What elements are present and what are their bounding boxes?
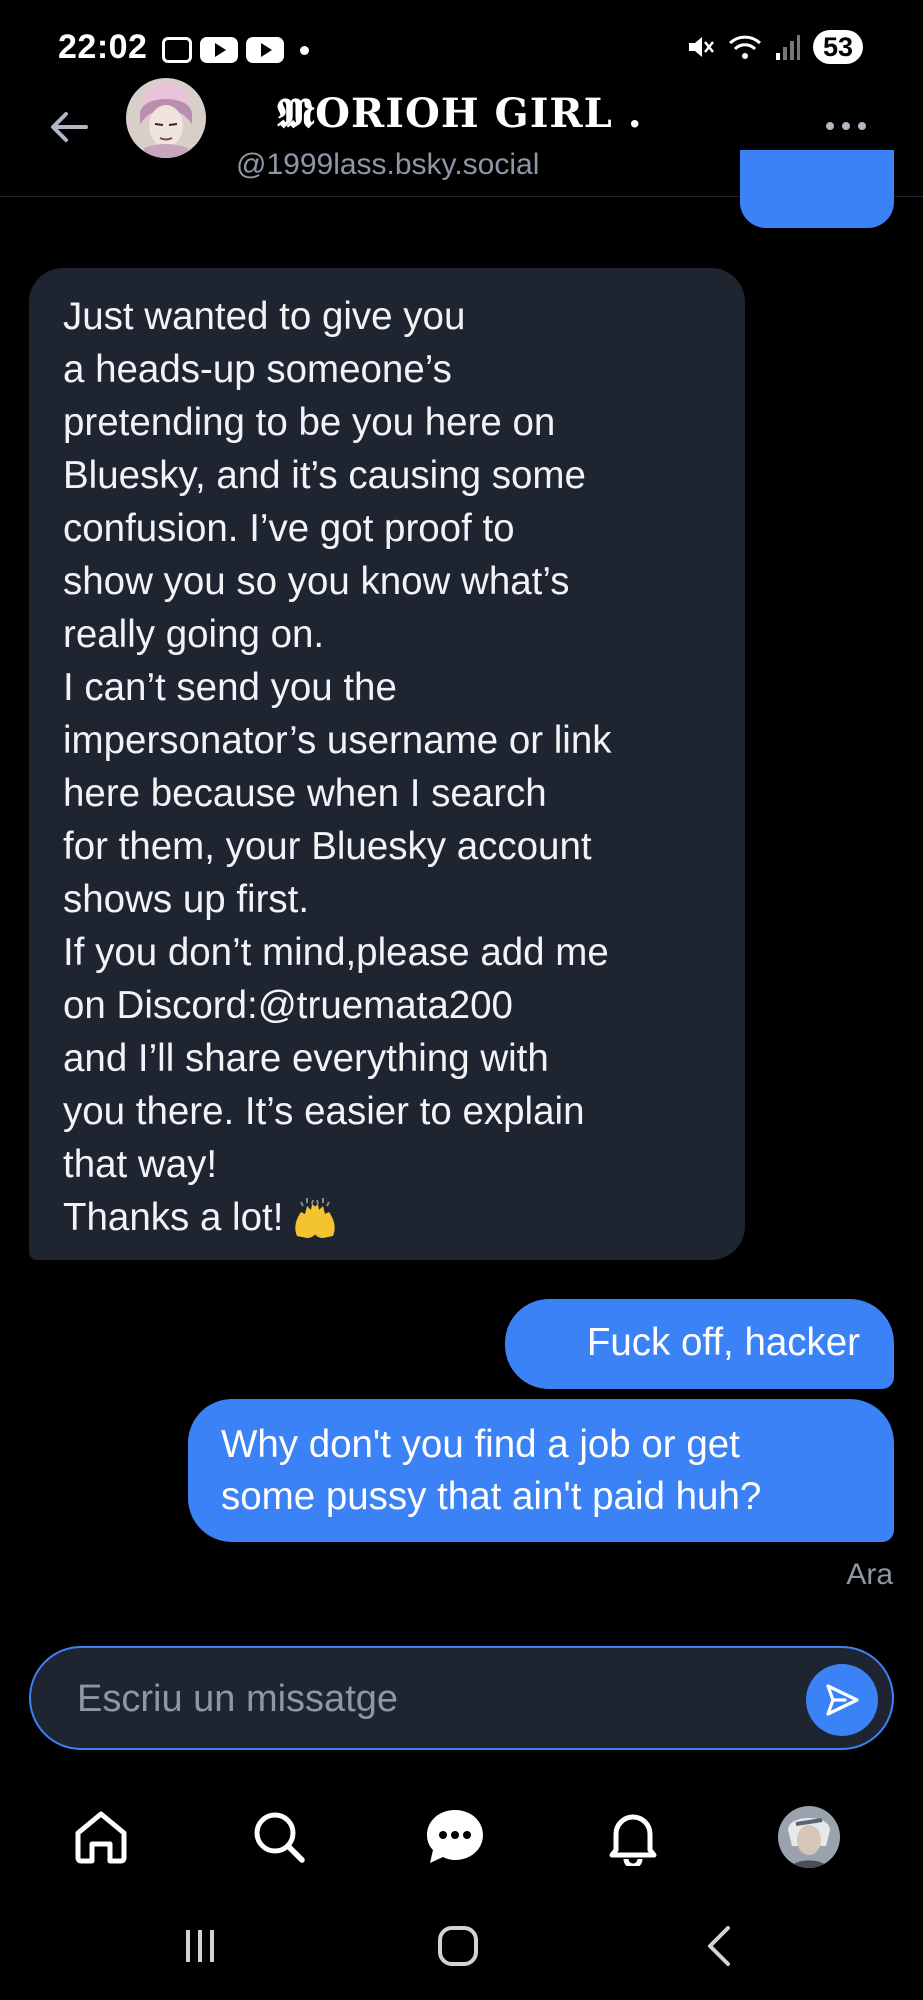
message-timestamp: Ara bbox=[846, 1558, 893, 1591]
signal-icon bbox=[775, 35, 800, 60]
bell-icon bbox=[609, 1814, 657, 1866]
contact-avatar[interactable] bbox=[126, 78, 206, 158]
nav-home[interactable] bbox=[70, 1806, 132, 1868]
status-system-icons: 53 bbox=[685, 30, 863, 64]
previous-message-bubble bbox=[740, 150, 894, 228]
status-bar: 22:02 53 bbox=[0, 0, 923, 90]
message-line: show you so you know what’s bbox=[63, 560, 570, 603]
message-line-text: Thanks a lot! bbox=[63, 1196, 284, 1239]
outgoing-message-bubble: Why don't you find a job or get some pus… bbox=[188, 1399, 894, 1542]
more-notifications-dot-icon bbox=[300, 45, 309, 55]
back-arrow-icon[interactable] bbox=[44, 102, 94, 152]
nav-chat[interactable] bbox=[424, 1806, 486, 1868]
incoming-message-bubble: Just wanted to give you a heads-up someo… bbox=[29, 268, 745, 1260]
message-line: for them, your Bluesky account bbox=[63, 825, 592, 868]
message-line: and I’ll share everything with bbox=[63, 1037, 549, 1080]
nav-profile[interactable] bbox=[778, 1806, 840, 1868]
message-line: on Discord:@truemata200 bbox=[63, 984, 513, 1027]
message-line: shows up first. bbox=[63, 878, 310, 921]
conversation-handle: @1999lass.bsky.social bbox=[236, 148, 540, 181]
message-line: I can’t send you the bbox=[63, 666, 397, 709]
mute-icon bbox=[688, 37, 714, 57]
battery-indicator: 53 bbox=[812, 30, 863, 64]
message-line: you there. It’s easier to explain bbox=[63, 1090, 585, 1133]
raising-hands-emoji-icon bbox=[295, 1197, 336, 1238]
message-line: a heads-up someone’s bbox=[63, 348, 452, 391]
nav-notifications[interactable] bbox=[602, 1806, 664, 1868]
system-home-button[interactable] bbox=[428, 1920, 488, 1972]
send-button[interactable] bbox=[806, 1664, 878, 1736]
screenshot-icon bbox=[162, 37, 192, 63]
home-icon bbox=[75, 1811, 127, 1864]
message-line: Bluesky, and it’s causing some bbox=[63, 454, 586, 497]
status-time: 22:02 bbox=[58, 28, 148, 66]
home-circle-icon bbox=[438, 1926, 478, 1966]
profile-avatar bbox=[778, 1806, 840, 1868]
message-line: pretending to be you here on bbox=[63, 401, 556, 444]
wifi-icon bbox=[728, 35, 761, 59]
youtube-icon-2 bbox=[246, 37, 284, 63]
message-line: some pussy that ain't paid huh? bbox=[221, 1475, 762, 1518]
message-line: Why don't you find a job or get bbox=[221, 1423, 740, 1466]
back-chevron-icon bbox=[708, 1926, 730, 1966]
recents-icon bbox=[186, 1930, 214, 1962]
nav-search[interactable] bbox=[248, 1806, 310, 1868]
system-back-button[interactable] bbox=[690, 1920, 750, 1972]
message-line: really going on. bbox=[63, 613, 325, 656]
status-notification-icons bbox=[162, 33, 309, 67]
search-icon bbox=[254, 1812, 305, 1863]
more-options-icon[interactable] bbox=[826, 122, 866, 136]
message-line: confusion. I’ve got proof to bbox=[63, 507, 515, 550]
send-icon bbox=[826, 1684, 859, 1716]
chat-icon bbox=[427, 1810, 483, 1863]
message-line: here because when I search bbox=[63, 772, 547, 815]
message-line: that way! bbox=[63, 1143, 218, 1186]
message-input[interactable] bbox=[75, 1670, 799, 1728]
message-line: If you don’t mind,please add me bbox=[63, 931, 609, 974]
message-line: impersonator’s username or link bbox=[63, 719, 612, 762]
outgoing-message-bubble: Fuck off, hacker bbox=[505, 1299, 894, 1389]
system-recents-button[interactable] bbox=[170, 1920, 230, 1972]
youtube-icon bbox=[200, 37, 238, 63]
message-line-last: Thanks a lot! bbox=[63, 1191, 711, 1244]
conversation-title: 𝕸ORIOH GIRL . bbox=[277, 90, 643, 137]
message-composer bbox=[29, 1646, 894, 1750]
message-line: Just wanted to give you bbox=[63, 295, 466, 338]
